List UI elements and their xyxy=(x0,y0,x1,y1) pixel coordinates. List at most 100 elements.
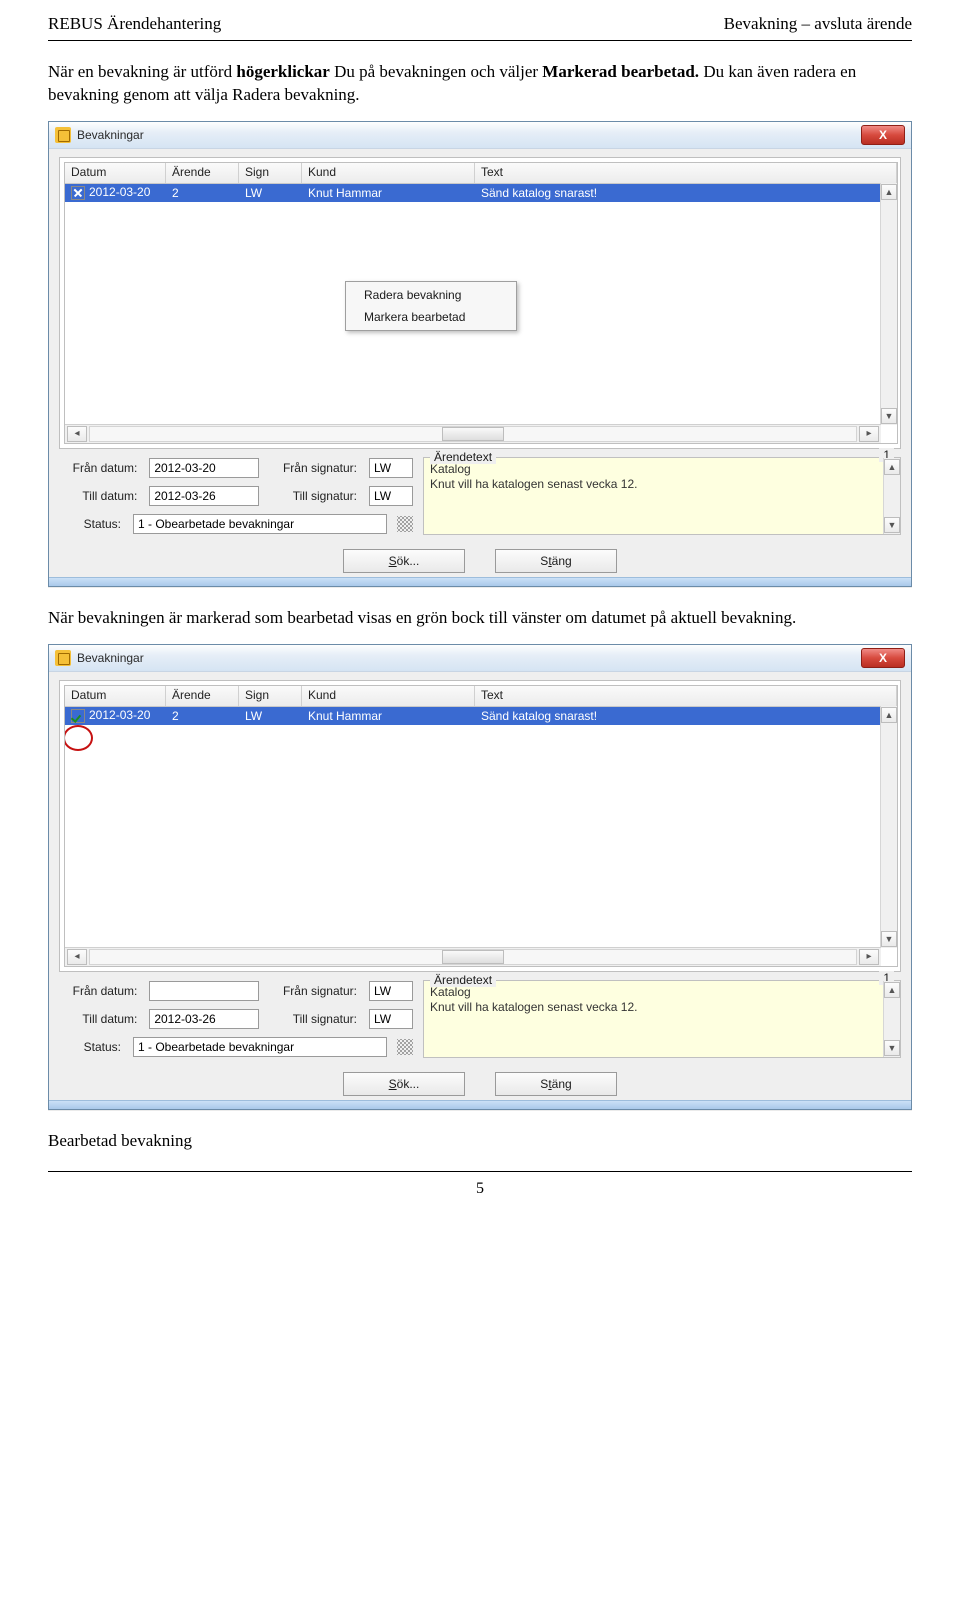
lbl-status: Status: xyxy=(59,517,123,531)
sok-rest: ök... xyxy=(397,1077,420,1091)
arendetext-box-2: Ärendetext 1 Katalog Knut vill ha katalo… xyxy=(423,980,901,1058)
table-row[interactable]: 2012-03-20 2 LW Knut Hammar Sänd katalog… xyxy=(65,184,897,202)
stang-button-2[interactable]: Stäng xyxy=(495,1072,617,1096)
p1-mid: Du på bevakningen och väljer xyxy=(330,62,542,81)
scroll-right-icon[interactable]: ▸ xyxy=(859,949,879,965)
cell-text: Sänd katalog snarast! xyxy=(475,709,897,723)
input-fran-datum-2[interactable] xyxy=(149,981,259,1001)
col-kund[interactable]: Kund xyxy=(302,163,475,183)
app-icon xyxy=(55,650,71,666)
window-bottom-strip xyxy=(49,1100,911,1109)
memo-scroll-down-icon[interactable]: ▼ xyxy=(884,517,900,533)
scroll-down-icon[interactable]: ▼ xyxy=(881,408,897,424)
stang-button[interactable]: Stäng xyxy=(495,549,617,573)
status-check-icon xyxy=(71,709,85,723)
resize-grip-icon[interactable] xyxy=(397,516,413,532)
grid-header-2: Datum Ärende Sign Kund Text xyxy=(65,686,897,707)
resize-grip-icon[interactable] xyxy=(397,1039,413,1055)
window-titlebar: Bevakningar X xyxy=(49,122,911,149)
col-arende[interactable]: Ärende xyxy=(166,163,239,183)
memo-scrollbar-2[interactable]: ▲ ▼ xyxy=(883,981,900,1057)
page-number: 5 xyxy=(476,1180,484,1197)
sok-button-2[interactable]: Sök... xyxy=(343,1072,465,1096)
input-fran-signatur-2[interactable] xyxy=(369,981,413,1001)
memo-scroll-up-icon[interactable]: ▲ xyxy=(884,459,900,475)
grid-frame-2: Datum Ärende Sign Kund Text 2012-03-20 2… xyxy=(59,680,901,972)
lbl-fran-signatur: Från signatur: xyxy=(269,984,359,998)
intro-paragraph-2: När bevakningen är markerad som bearbeta… xyxy=(48,607,912,630)
context-menu: Radera bevakning Markera bearbetad xyxy=(345,281,517,331)
col-datum[interactable]: Datum xyxy=(65,686,166,706)
scroll-thumb[interactable] xyxy=(442,427,504,441)
grid-vertical-scrollbar[interactable]: ▲ ▼ xyxy=(880,183,897,425)
scroll-up-icon[interactable]: ▲ xyxy=(881,707,897,723)
input-status-2[interactable] xyxy=(133,1037,387,1057)
col-datum[interactable]: Datum xyxy=(65,163,166,183)
lbl-fran-signatur: Från signatur: xyxy=(269,461,359,475)
memo-line1: Katalog xyxy=(430,462,894,478)
menu-radera-bevakning[interactable]: Radera bevakning xyxy=(346,284,516,306)
scroll-right-icon[interactable]: ▸ xyxy=(859,426,879,442)
memo-line2: Knut vill ha katalogen senast vecka 12. xyxy=(430,477,894,493)
col-kund[interactable]: Kund xyxy=(302,686,475,706)
col-sign[interactable]: Sign xyxy=(239,686,302,706)
lbl-till-signatur: Till signatur: xyxy=(269,1012,359,1026)
close-button[interactable]: X xyxy=(861,125,905,145)
grid-frame: Datum Ärende Sign Kund Text 2012-03-20 2… xyxy=(59,157,901,449)
stang-rest: äng xyxy=(552,1077,572,1091)
cell-datum: 2012-03-20 xyxy=(89,708,150,722)
memo-scrollbar[interactable]: ▲ ▼ xyxy=(883,458,900,534)
col-text[interactable]: Text xyxy=(475,163,897,183)
scroll-track[interactable] xyxy=(89,426,857,442)
input-status[interactable] xyxy=(133,514,387,534)
col-arende[interactable]: Ärende xyxy=(166,686,239,706)
table-row[interactable]: 2012-03-20 2 LW Knut Hammar Sänd katalog… xyxy=(65,707,897,725)
p1-bold1: högerklickar xyxy=(236,62,330,81)
scroll-left-icon[interactable]: ◂ xyxy=(67,949,87,965)
bevakningar-window-2: Bevakningar X Datum Ärende Sign Kund Tex… xyxy=(48,644,912,1110)
lbl-till-datum: Till datum: xyxy=(59,1012,139,1026)
input-till-datum-2[interactable] xyxy=(149,1009,259,1029)
window-title: Bevakningar xyxy=(77,128,855,142)
window-titlebar-2: Bevakningar X xyxy=(49,645,911,672)
bevakningar-grid[interactable]: Datum Ärende Sign Kund Text 2012-03-20 2… xyxy=(64,162,898,444)
input-till-signatur-2[interactable] xyxy=(369,1009,413,1029)
filter-panel: Från datum: Från signatur: Till datum: T… xyxy=(59,457,901,535)
window-title-2: Bevakningar xyxy=(77,651,855,665)
input-till-datum[interactable] xyxy=(149,486,259,506)
close-button-2[interactable]: X xyxy=(861,648,905,668)
input-till-signatur[interactable] xyxy=(369,486,413,506)
grid-header: Datum Ärende Sign Kund Text xyxy=(65,163,897,184)
input-fran-signatur[interactable] xyxy=(369,458,413,478)
grid-horizontal-scrollbar-2[interactable]: ◂ ▸ xyxy=(65,947,881,966)
cell-datum: 2012-03-20 xyxy=(89,185,150,199)
cell-arende: 2 xyxy=(166,709,239,723)
status-check-icon xyxy=(71,186,85,200)
scroll-track[interactable] xyxy=(89,949,857,965)
memo-scroll-up-icon[interactable]: ▲ xyxy=(884,982,900,998)
scroll-down-icon[interactable]: ▼ xyxy=(881,931,897,947)
cell-kund: Knut Hammar xyxy=(302,186,475,200)
cell-kund: Knut Hammar xyxy=(302,709,475,723)
scroll-thumb[interactable] xyxy=(442,950,504,964)
intro-paragraph-1: När en bevakning är utförd högerklickar … xyxy=(48,61,912,107)
scroll-left-icon[interactable]: ◂ xyxy=(67,426,87,442)
scroll-up-icon[interactable]: ▲ xyxy=(881,184,897,200)
header-right: Bevakning – avsluta ärende xyxy=(724,14,912,34)
input-fran-datum[interactable] xyxy=(149,458,259,478)
grid-vertical-scrollbar-2[interactable]: ▲ ▼ xyxy=(880,706,897,948)
arendetext-box: Ärendetext 1 Katalog Knut vill ha katalo… xyxy=(423,457,901,535)
bevakningar-grid-2[interactable]: Datum Ärende Sign Kund Text 2012-03-20 2… xyxy=(64,685,898,967)
arendetext-label: Ärendetext xyxy=(430,973,496,987)
close-icon: X xyxy=(879,128,887,142)
col-sign[interactable]: Sign xyxy=(239,163,302,183)
header-left: REBUS Ärendehantering xyxy=(48,14,221,34)
memo-scroll-down-icon[interactable]: ▼ xyxy=(884,1040,900,1056)
stang-pre: S xyxy=(540,1077,548,1091)
arendetext-label: Ärendetext xyxy=(430,450,496,464)
grid-horizontal-scrollbar[interactable]: ◂ ▸ xyxy=(65,424,881,443)
col-text[interactable]: Text xyxy=(475,686,897,706)
sok-underline: S xyxy=(389,1077,397,1091)
menu-markera-bearbetad[interactable]: Markera bearbetad xyxy=(346,306,516,328)
sok-button[interactable]: Sök... xyxy=(343,549,465,573)
